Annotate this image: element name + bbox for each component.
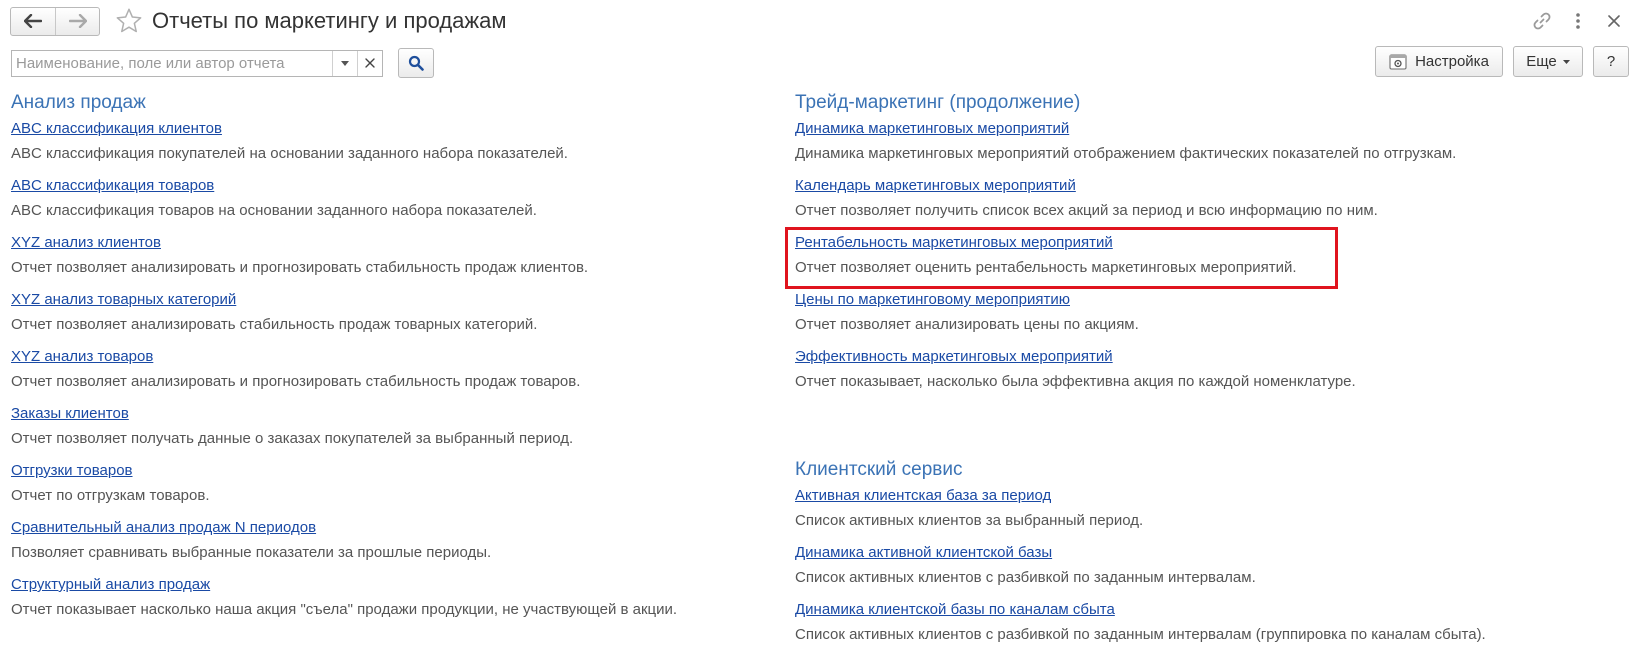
report-link[interactable]: ABC классификация клиентов <box>11 116 751 141</box>
search-input[interactable] <box>12 50 332 76</box>
left-column: Анализ продаж ABC классификация клиентов… <box>11 90 751 629</box>
report-item: XYZ анализ товаров Отчет позволяет анали… <box>11 344 751 401</box>
report-item: Календарь маркетинговых мероприятий Отче… <box>795 173 1615 230</box>
report-link[interactable]: Отгрузки товаров <box>11 458 751 483</box>
report-item: ABC классификация клиентов ABC классифик… <box>11 116 751 173</box>
star-icon <box>116 8 142 33</box>
page-title: Отчеты по маркетингу и продажам <box>152 8 507 33</box>
highlight-frame <box>785 227 1338 289</box>
report-item: Эффективность маркетинговых мероприятий … <box>795 344 1615 401</box>
report-link[interactable]: Сравнительный анализ продаж N периодов <box>11 515 751 540</box>
toolbar: Настройка Еще ? <box>1375 46 1629 77</box>
section-title-sales-analysis: Анализ продаж <box>11 92 146 113</box>
link-button[interactable] <box>1524 8 1560 34</box>
report-item: ABC классификация товаров ABC классифика… <box>11 173 751 230</box>
report-link[interactable]: XYZ анализ клиентов <box>11 230 751 255</box>
section-title-trade-marketing: Трейд-маркетинг (продолжение) <box>795 92 1081 113</box>
navigation-buttons <box>10 6 100 36</box>
report-link[interactable]: ABC классификация товаров <box>11 173 751 198</box>
report-item: Динамика активной клиентской базы Список… <box>795 540 1615 597</box>
report-description: Отчет позволяет анализировать и прогнози… <box>11 259 589 276</box>
help-label: ? <box>1606 53 1616 70</box>
report-item: Отгрузки товаров Отчет по отгрузкам това… <box>11 458 751 515</box>
settings-icon <box>1389 53 1407 70</box>
report-description: Отчет по отгрузкам товаров. <box>11 487 210 504</box>
report-item: Заказы клиентов Отчет позволяет получать… <box>11 401 751 458</box>
report-item: XYZ анализ товарных категорий Отчет позв… <box>11 287 751 344</box>
window-controls <box>1524 8 1632 34</box>
report-link[interactable]: Эффективность маркетинговых мероприятий <box>795 344 1615 369</box>
help-button[interactable]: ? <box>1593 46 1629 77</box>
settings-label: Настройка <box>1415 53 1489 70</box>
report-link[interactable]: Динамика активной клиентской базы <box>795 540 1615 565</box>
search-row <box>11 48 434 78</box>
report-description: Отчет позволяет получить список всех акц… <box>795 202 1378 219</box>
report-description: ABC классификация покупателей на основан… <box>11 145 568 162</box>
search-history-dropdown[interactable] <box>332 50 357 76</box>
report-link[interactable]: Структурный анализ продаж <box>11 572 751 597</box>
more-button[interactable]: Еще <box>1513 46 1583 77</box>
report-link[interactable]: XYZ анализ товаров <box>11 344 751 369</box>
report-description: Отчет показывает, насколько была эффекти… <box>795 373 1356 390</box>
settings-button[interactable]: Настройка <box>1375 46 1503 77</box>
title-bar: Отчеты по маркетингу и продажам <box>10 6 507 36</box>
report-item: Динамика маркетинговых мероприятий Динам… <box>795 116 1615 173</box>
report-description: Список активных клиентов с разбивкой по … <box>795 626 1486 643</box>
report-description: Отчет позволяет анализировать стабильнос… <box>11 316 538 333</box>
right-column: Трейд-маркетинг (продолжение) Динамика м… <box>795 90 1615 652</box>
report-link[interactable]: Цены по маркетинговому мероприятию <box>795 287 1615 312</box>
more-label: Еще <box>1526 53 1557 70</box>
section-title-client-service: Клиентский сервис <box>795 459 963 480</box>
report-link[interactable]: Динамика маркетинговых мероприятий <box>795 116 1615 141</box>
report-link[interactable]: Календарь маркетинговых мероприятий <box>795 173 1615 198</box>
search-box <box>11 49 383 77</box>
report-description: ABC классификация товаров на основании з… <box>11 202 537 219</box>
report-item: Динамика клиентской базы по каналам сбыт… <box>795 597 1615 652</box>
more-vertical-icon <box>1576 13 1580 29</box>
report-link[interactable]: XYZ анализ товарных категорий <box>11 287 751 312</box>
caret-down-icon <box>1562 59 1570 64</box>
report-link[interactable]: Заказы клиентов <box>11 401 751 426</box>
report-description: Динамика маркетинговых мероприятий отобр… <box>795 145 1457 162</box>
close-button[interactable] <box>1596 8 1632 34</box>
report-description: Список активных клиентов с разбивкой по … <box>795 569 1256 586</box>
report-description: Список активных клиентов за выбранный пе… <box>795 512 1144 529</box>
report-item: XYZ анализ клиентов Отчет позволяет анал… <box>11 230 751 287</box>
report-description: Позволяет сравнивать выбранные показател… <box>11 544 492 561</box>
search-icon <box>408 55 424 71</box>
more-actions-button[interactable] <box>1560 8 1596 34</box>
report-item: Сравнительный анализ продаж N периодов П… <box>11 515 751 572</box>
report-item: Цены по маркетинговому мероприятию Отчет… <box>795 287 1615 344</box>
clear-icon <box>365 58 375 68</box>
arrow-right-icon <box>68 14 87 28</box>
report-item: Структурный анализ продаж Отчет показыва… <box>11 572 751 629</box>
forward-button[interactable] <box>55 7 99 35</box>
report-item: Активная клиентская база за период Списо… <box>795 483 1615 540</box>
report-link[interactable]: Активная клиентская база за период <box>795 483 1615 508</box>
arrow-left-icon <box>24 14 42 28</box>
back-button[interactable] <box>11 8 55 35</box>
clear-search-button[interactable] <box>357 50 382 76</box>
report-description: Отчет позволяет получать данные о заказа… <box>11 430 574 447</box>
close-icon <box>1608 15 1620 27</box>
find-button[interactable] <box>398 48 434 78</box>
report-link[interactable]: Динамика клиентской базы по каналам сбыт… <box>795 597 1615 622</box>
favorite-button[interactable] <box>114 6 144 36</box>
report-description: Отчет позволяет анализировать цены по ак… <box>795 316 1139 333</box>
report-description: Отчет показывает насколько наша акция "с… <box>11 601 678 618</box>
report-description: Отчет позволяет анализировать и прогнози… <box>11 373 581 390</box>
caret-down-icon <box>341 60 349 66</box>
link-icon <box>1533 12 1551 30</box>
